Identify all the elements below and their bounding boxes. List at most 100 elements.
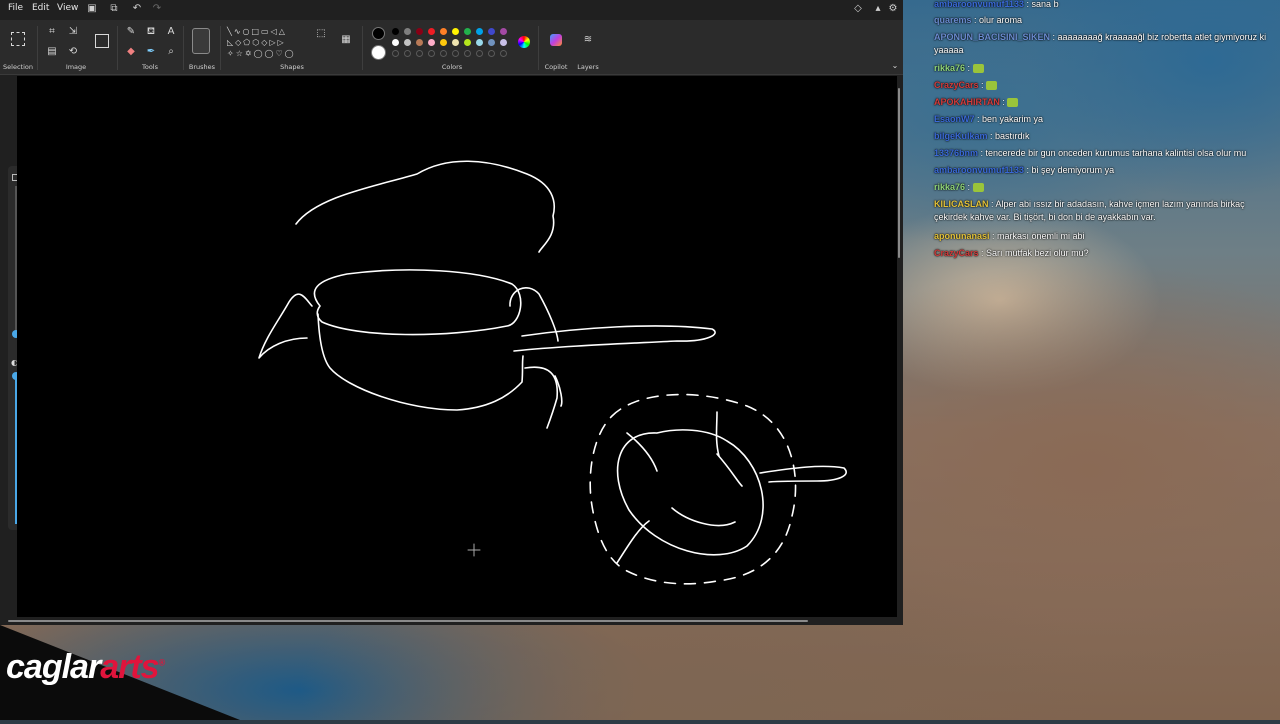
- color-swatch[interactable]: [428, 28, 435, 35]
- pan-inner-4: [715, 411, 720, 457]
- share-icon[interactable]: ⧉: [108, 3, 120, 15]
- chat-username[interactable]: 13376bnm: [934, 148, 978, 158]
- color-swatch[interactable]: [404, 28, 411, 35]
- color-swatch[interactable]: [476, 28, 483, 35]
- color-swatch[interactable]: [488, 39, 495, 46]
- settings-icon[interactable]: ⚙: [887, 3, 899, 15]
- chat-separator: :: [965, 182, 973, 192]
- eraser-icon[interactable]: ◆: [125, 46, 137, 58]
- custom-color-slot[interactable]: [392, 50, 399, 57]
- color-swatch[interactable]: [416, 28, 423, 35]
- color-swatch[interactable]: [500, 39, 507, 46]
- magnifier-icon[interactable]: ⌕: [165, 46, 177, 58]
- chat-username[interactable]: CrazyCars: [934, 80, 979, 90]
- layers-icon[interactable]: ≋: [582, 34, 594, 46]
- text-tool-icon[interactable]: A: [165, 26, 177, 38]
- color-swatch[interactable]: [404, 39, 411, 46]
- pan-circle: [616, 429, 764, 556]
- custom-color-slot[interactable]: [476, 50, 483, 57]
- chat-username[interactable]: ambaroonvumuf1133: [934, 0, 1024, 9]
- custom-color-slot[interactable]: [452, 50, 459, 57]
- ribbon: Selection ⌗ ⇲ ▤ ⟲ Image ✎ ⛾ A ◆ ✒ ⌕ Tool…: [0, 20, 903, 75]
- brush-icon[interactable]: [192, 28, 210, 54]
- chat-text: sana b: [1031, 0, 1059, 9]
- shapes-gallery[interactable]: ╲∿○□▭◁△ ◺◇⬠⬡◇▷▷ ✧☆✡◯◯♡◯: [227, 26, 305, 60]
- save-icon[interactable]: ▣: [86, 3, 98, 15]
- pencil-icon[interactable]: ✎: [125, 26, 137, 38]
- drawing-strokes: [258, 160, 847, 585]
- horizontal-scrollbar[interactable]: [0, 617, 903, 625]
- color-swatch[interactable]: [452, 39, 459, 46]
- chat-username[interactable]: rikka76: [934, 182, 965, 192]
- background-removal-icon[interactable]: [95, 34, 109, 48]
- vertical-scrollbar-thumb[interactable]: [898, 88, 900, 258]
- copilot-icon[interactable]: [550, 34, 562, 46]
- shape-fill-icon[interactable]: ▦: [340, 34, 352, 46]
- color-swatch[interactable]: [428, 39, 435, 46]
- menu-file[interactable]: File: [8, 3, 23, 13]
- pot-leg: [524, 366, 558, 429]
- color-swatch[interactable]: [392, 28, 399, 35]
- color-swatch[interactable]: [416, 39, 423, 46]
- rotate-icon[interactable]: ⟲: [67, 46, 79, 58]
- color-swatch[interactable]: [500, 28, 507, 35]
- crop-icon[interactable]: ⌗: [46, 26, 58, 38]
- crosshair-cursor-icon: [467, 543, 481, 557]
- tools-group-label: Tools: [141, 63, 158, 71]
- custom-color-slot[interactable]: [500, 50, 507, 57]
- layers-group-label: Layers: [577, 63, 599, 71]
- custom-color-slot[interactable]: [416, 50, 423, 57]
- color-swatch[interactable]: [464, 39, 471, 46]
- chat-username[interactable]: EsaonW7: [934, 114, 975, 124]
- custom-color-slot[interactable]: [440, 50, 447, 57]
- chat-username[interactable]: KILICASLAN: [934, 199, 989, 209]
- fill-icon[interactable]: ⛾: [145, 26, 157, 38]
- horizontal-scrollbar-thumb[interactable]: [8, 620, 808, 622]
- chat-username[interactable]: APONUN_BACISINI_SIKEN: [934, 32, 1050, 42]
- resize-icon[interactable]: ⇲: [67, 26, 79, 38]
- primary-color-swatch[interactable]: [372, 27, 385, 40]
- color-picker-icon[interactable]: ✒: [145, 46, 157, 58]
- handle-bar: [513, 325, 716, 352]
- chat-username[interactable]: rikka76: [934, 63, 965, 73]
- chat-text: tencerede bir gun onceden kurumus tarhan…: [985, 148, 1247, 158]
- chat-separator: :: [974, 114, 983, 124]
- brushes-group-label: Brushes: [188, 63, 216, 71]
- color-swatch[interactable]: [392, 39, 399, 46]
- chat-username[interactable]: quarems: [934, 15, 972, 25]
- chat-separator: :: [978, 248, 987, 258]
- emote-icon: [972, 64, 984, 74]
- custom-color-slot[interactable]: [488, 50, 495, 57]
- image-edit-icon[interactable]: ▤: [46, 46, 58, 58]
- color-swatch[interactable]: [488, 28, 495, 35]
- account-icon[interactable]: ▴: [872, 3, 884, 15]
- selection-icon[interactable]: [11, 32, 25, 46]
- color-swatch[interactable]: [440, 39, 447, 46]
- drawing-canvas[interactable]: [17, 76, 897, 617]
- color-swatch[interactable]: [440, 28, 447, 35]
- chat-username[interactable]: CrazyCars: [934, 248, 979, 258]
- secondary-color-swatch[interactable]: [371, 45, 386, 60]
- chat-username[interactable]: APOKAHIRTAN: [934, 97, 1000, 107]
- notifications-icon[interactable]: ◇: [852, 3, 864, 15]
- custom-color-slot[interactable]: [428, 50, 435, 57]
- redo-icon[interactable]: ↷: [151, 3, 163, 15]
- chat-text: bi şey demiyorum ya: [1031, 165, 1115, 175]
- selection-group-label: Selection: [3, 63, 33, 71]
- undo-icon[interactable]: ↶: [131, 3, 143, 15]
- menu-edit[interactable]: Edit: [32, 3, 49, 13]
- menu-view[interactable]: View: [57, 3, 78, 13]
- custom-color-slot[interactable]: [464, 50, 471, 57]
- edit-colors-icon[interactable]: [518, 36, 530, 48]
- chat-separator: :: [978, 148, 986, 158]
- color-swatch[interactable]: [452, 28, 459, 35]
- color-swatch[interactable]: [476, 39, 483, 46]
- chat-username[interactable]: ambaroonvumuf1133: [934, 165, 1024, 175]
- collapse-ribbon-icon[interactable]: ⌄: [889, 60, 901, 72]
- chat-username[interactable]: aponunanasi: [934, 231, 990, 241]
- color-swatch[interactable]: [464, 28, 471, 35]
- shape-outline-icon[interactable]: ⬚: [315, 28, 327, 40]
- chat-username[interactable]: bilgeKulkam: [934, 131, 988, 141]
- custom-color-slot[interactable]: [404, 50, 411, 57]
- pan-inner-3: [671, 507, 736, 527]
